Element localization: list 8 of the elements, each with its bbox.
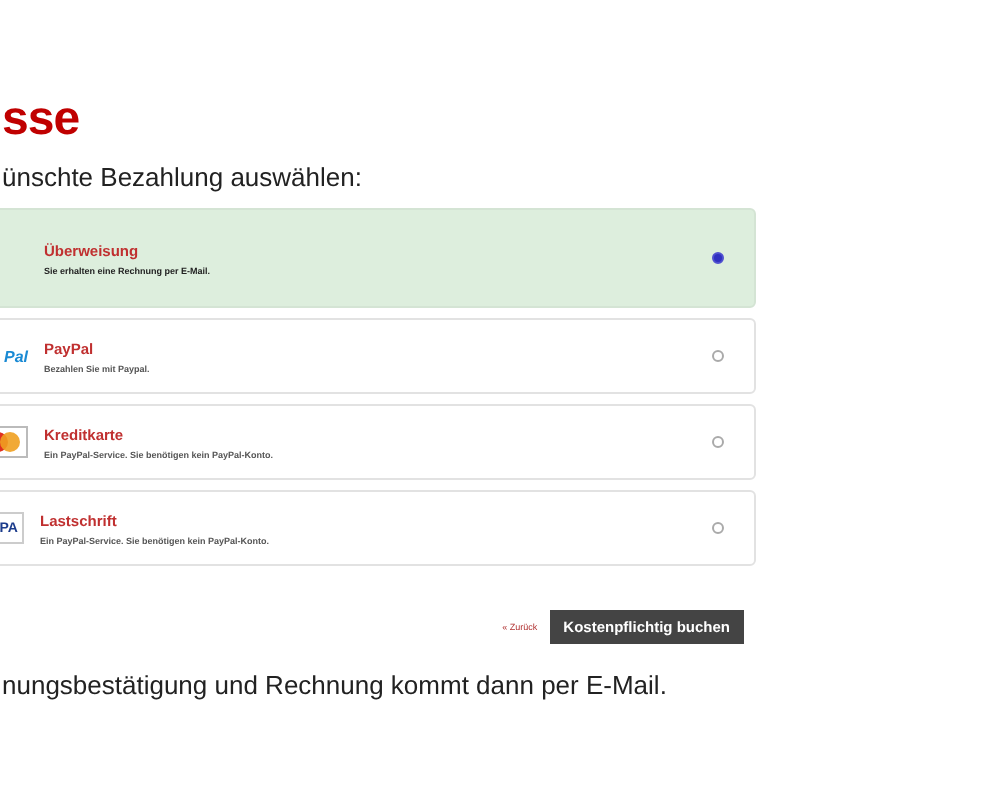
paypal-logo: Pal [1, 347, 28, 365]
footer-note: nungsbestätigung und Rechnung kommt dann per E-Mail. [2, 670, 669, 700]
instruction-text: ünschte Bezahlung auswählen: [2, 162, 364, 192]
radio-button[interactable] [712, 522, 724, 534]
radio-button[interactable] [712, 436, 724, 448]
radio-button[interactable] [712, 252, 724, 264]
radio-button[interactable] [712, 350, 724, 362]
page-heading: sse [2, 90, 82, 150]
